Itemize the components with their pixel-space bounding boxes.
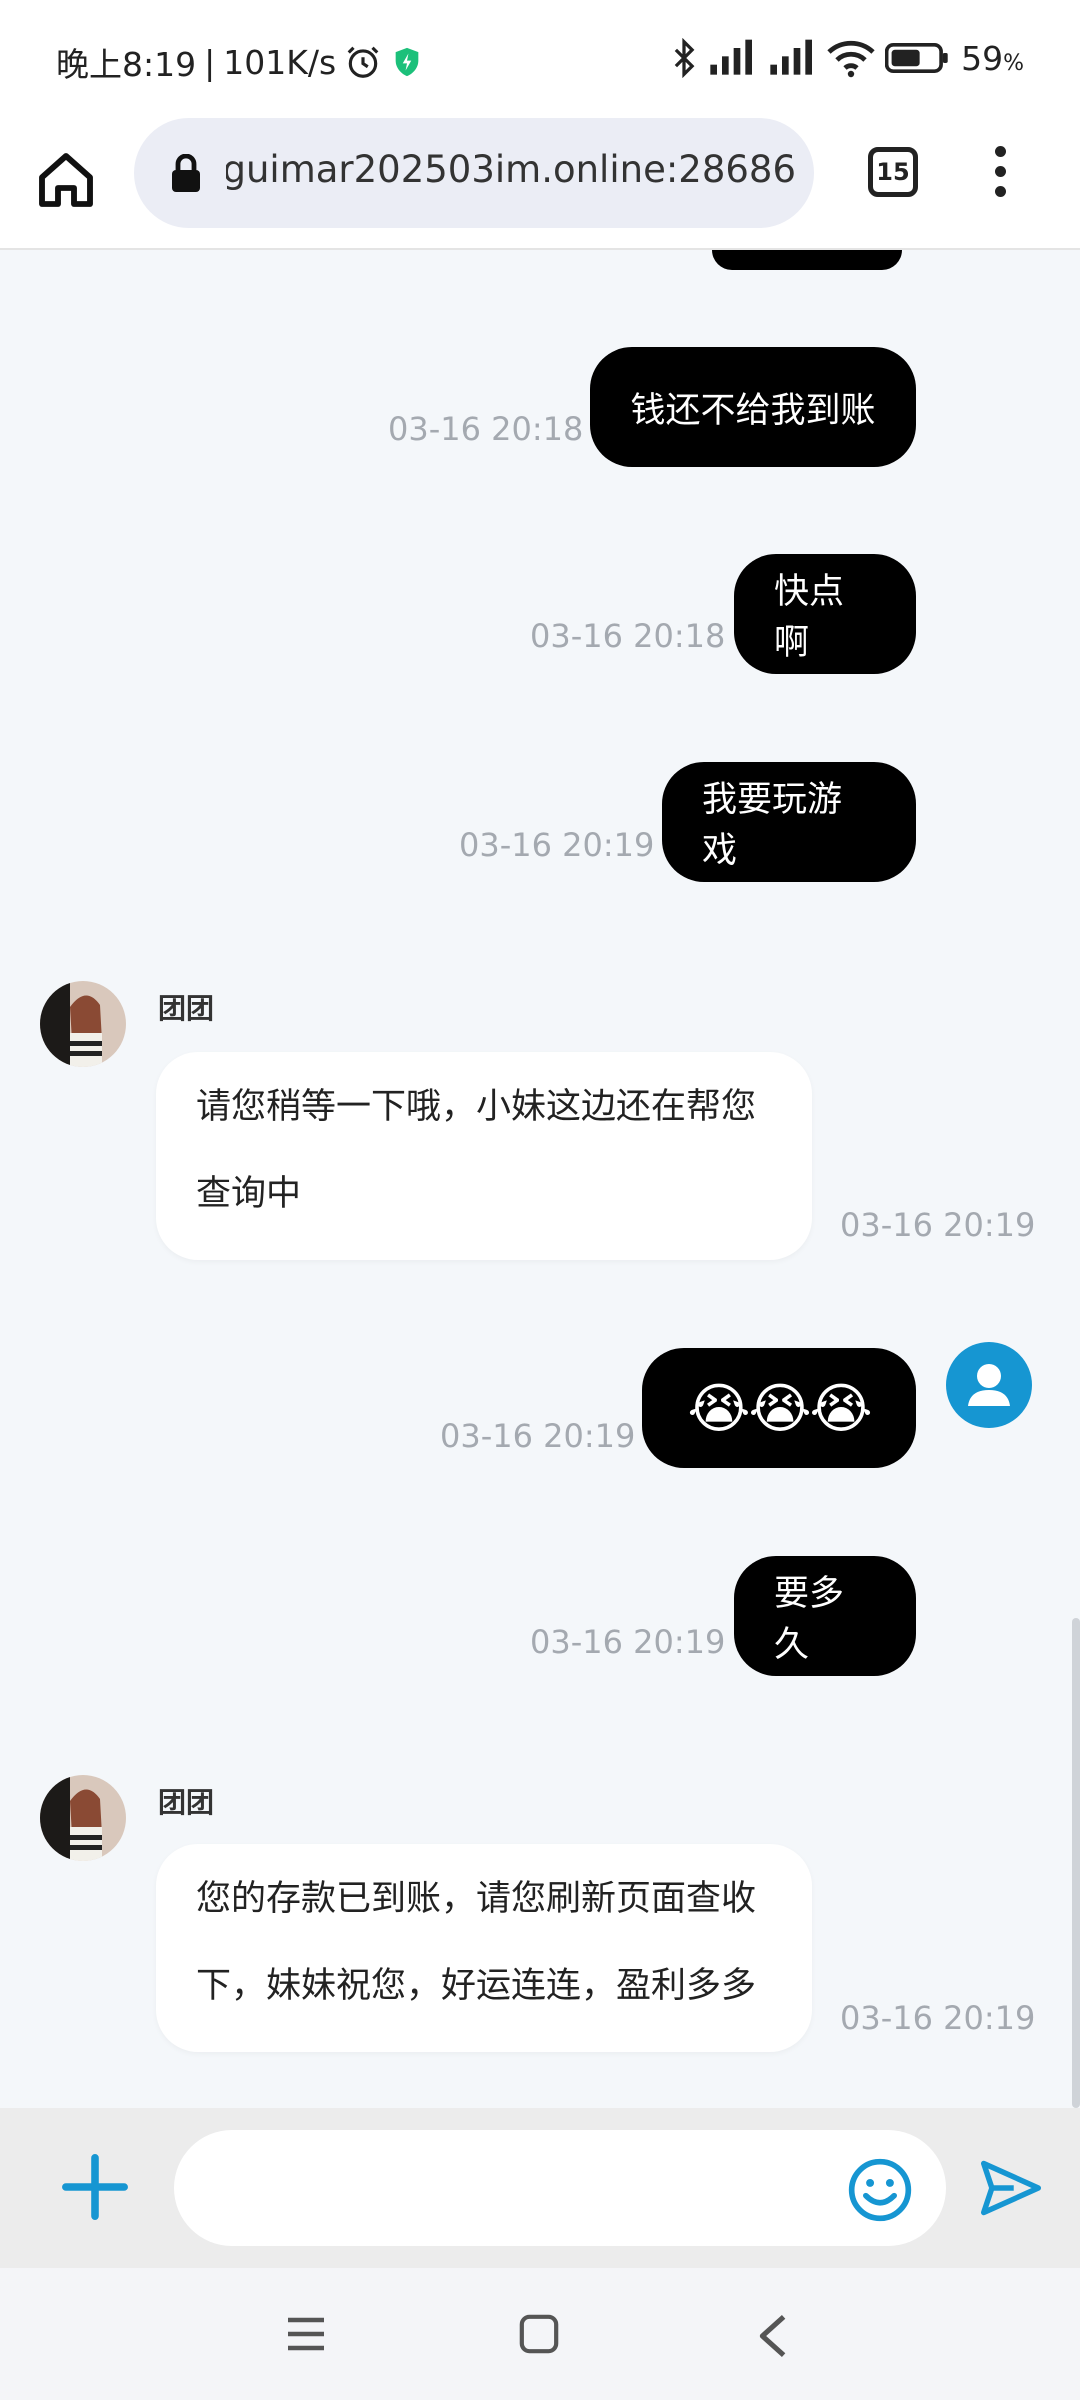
alarm-icon: [347, 46, 379, 78]
address-bar[interactable]: uguimar202503im.online:28686: [134, 118, 814, 228]
system-nav-bar: [0, 2268, 1080, 2400]
message-time: 03-16 20:18: [388, 410, 584, 448]
message-time: 03-16 20:19: [840, 1999, 1036, 2037]
sender-name: 团团: [158, 992, 215, 1025]
plus-icon[interactable]: [60, 2152, 130, 2222]
message-line: 查询中: [196, 1174, 302, 1214]
outgoing-message-bubble: 快点啊: [734, 554, 916, 674]
user-avatar[interactable]: [946, 1342, 1032, 1428]
agent-avatar[interactable]: [40, 981, 126, 1067]
sender-name: 团团: [158, 1786, 215, 1819]
status-left: 晚上8:19 | 101K/s: [56, 38, 424, 86]
status-bar: 晚上8:19 | 101K/s 59%: [0, 0, 1080, 118]
incoming-message-bubble: 请您稍等一下哦，小妹这边还在帮您 查询中: [156, 1052, 812, 1260]
browser-toolbar: uguimar202503im.online:28686 15: [0, 118, 1080, 250]
clock: 晚上8:19: [56, 45, 197, 84]
outgoing-message-bubble: 钱还不给我到账: [590, 347, 916, 467]
more-vert-icon[interactable]: [990, 146, 1010, 206]
user-icon: [968, 1364, 1010, 1406]
incoming-message-bubble: 您的存款已到账，请您刷新页面查收 下，妹妹祝您，好运连连，盈利多多: [156, 1844, 812, 2052]
message-time: 03-16 20:19: [530, 1623, 726, 1661]
lock-icon: [172, 154, 200, 192]
battery-icon: [885, 42, 948, 74]
wifi-icon: [827, 40, 875, 78]
url-text[interactable]: uguimar202503im.online:28686: [226, 148, 796, 191]
back-icon[interactable]: [756, 2312, 790, 2360]
battery-level: 59%: [961, 38, 1024, 78]
network-speed: 101K/s: [223, 42, 337, 82]
tab-switcher-button[interactable]: 15: [868, 147, 918, 197]
signal-icon-2: [770, 39, 813, 75]
chat-messages[interactable]: 03-16 20:18 钱还不给我到账 03-16 20:18 快点啊 03-1…: [0, 250, 1080, 2108]
message-time: 03-16 20:19: [459, 826, 655, 864]
emoji-icon[interactable]: [846, 2156, 914, 2224]
home-nav-icon[interactable]: [518, 2312, 560, 2356]
previous-message-bubble: [712, 250, 902, 270]
message-line: 您的存款已到账，请您刷新页面查收: [196, 1879, 757, 1919]
recent-apps-icon[interactable]: [286, 2312, 326, 2356]
message-time: 03-16 20:18: [530, 617, 726, 655]
outgoing-message-bubble: 我要玩游戏: [662, 762, 916, 882]
shield-icon: [395, 47, 419, 77]
status-separator: |: [204, 42, 216, 82]
message-input-bar: [0, 2108, 1080, 2268]
message-input[interactable]: [174, 2130, 946, 2246]
home-icon[interactable]: [34, 148, 98, 212]
scrollbar[interactable]: [1072, 1618, 1080, 2108]
signal-icon: [710, 39, 753, 75]
agent-avatar[interactable]: [40, 1775, 126, 1861]
screen: 晚上8:19 | 101K/s 59% uguimar202503im.onli…: [0, 0, 1080, 2400]
status-right: 59%: [671, 38, 1024, 78]
outgoing-message-bubble: 😭😭😭: [642, 1348, 916, 1468]
bluetooth-icon: [674, 38, 695, 78]
message-line: 请您稍等一下哦，小妹这边还在帮您: [196, 1087, 757, 1127]
send-icon[interactable]: [978, 2158, 1044, 2218]
message-time: 03-16 20:19: [840, 1206, 1036, 1244]
message-time: 03-16 20:19: [440, 1417, 636, 1455]
message-line: 下，妹妹祝您，好运连连，盈利多多: [196, 1966, 757, 2006]
outgoing-message-bubble: 要多久: [734, 1556, 916, 1676]
